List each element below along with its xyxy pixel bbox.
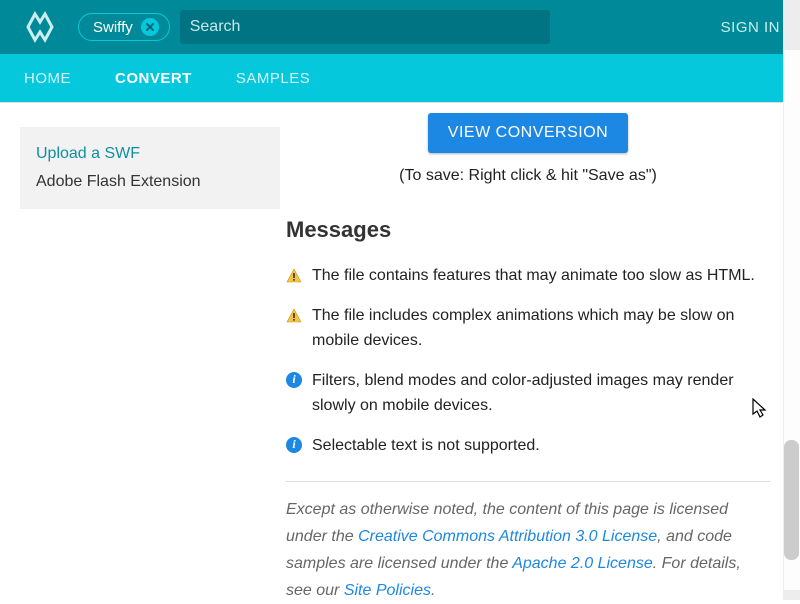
messages-list: The file contains features that may anim…: [286, 263, 770, 459]
filter-chip-swiffy[interactable]: Swiffy: [78, 13, 170, 41]
chip-close-icon[interactable]: [141, 18, 159, 36]
info-message: i Filters, blend modes and color-adjusted…: [286, 368, 770, 419]
warning-message: The file includes complex animations whi…: [286, 303, 770, 354]
logo-icon[interactable]: [20, 10, 60, 44]
top-bar: Swiffy SIGN IN: [0, 0, 800, 54]
info-icon: i: [286, 372, 302, 388]
message-text: The file contains features that may anim…: [312, 263, 770, 289]
view-conversion-button[interactable]: VIEW CONVERSION: [428, 113, 628, 153]
warning-icon: [286, 267, 302, 283]
sidebar-upload-link[interactable]: Upload a SWF: [36, 145, 264, 163]
nav-convert[interactable]: CONVERT: [115, 70, 192, 87]
separator: [286, 481, 770, 482]
main-content: VIEW CONVERSION (To save: Right click & …: [286, 103, 800, 604]
chip-label: Swiffy: [93, 19, 133, 36]
nav-samples[interactable]: SAMPLES: [236, 70, 310, 87]
search-input[interactable]: [180, 10, 550, 44]
save-hint: (To save: Right click & hit "Save as"): [286, 167, 770, 185]
message-text: The file includes complex animations whi…: [312, 303, 770, 354]
cc-license-link[interactable]: Creative Commons Attribution 3.0 License: [358, 528, 657, 545]
message-text: Selectable text is not supported.: [312, 433, 770, 459]
license-footer: Except as otherwise noted, the content o…: [286, 496, 770, 604]
body: Upload a SWF Adobe Flash Extension VIEW …: [0, 102, 800, 604]
sidebar-extension-label: Adobe Flash Extension: [36, 173, 264, 191]
warning-message: The file contains features that may anim…: [286, 263, 770, 289]
nav-home[interactable]: HOME: [24, 70, 71, 87]
sidebar-card: Upload a SWF Adobe Flash Extension: [20, 127, 280, 209]
sign-in-link[interactable]: SIGN IN: [721, 19, 780, 36]
message-text: Filters, blend modes and color-adjusted …: [312, 368, 770, 419]
inner-scrollbar-track[interactable]: [783, 50, 800, 590]
warning-icon: [286, 307, 302, 323]
info-icon: i: [286, 437, 302, 453]
scrollbar-thumb[interactable]: [784, 440, 799, 560]
site-policies-link[interactable]: Site Policies: [344, 582, 431, 599]
apache-license-link[interactable]: Apache 2.0 License: [512, 555, 653, 572]
sidebar: Upload a SWF Adobe Flash Extension: [0, 103, 286, 604]
info-message: i Selectable text is not supported.: [286, 433, 770, 459]
nav-tabs: HOME CONVERT SAMPLES: [0, 54, 800, 102]
footer-text: .: [431, 582, 435, 599]
messages-heading: Messages: [286, 217, 770, 243]
